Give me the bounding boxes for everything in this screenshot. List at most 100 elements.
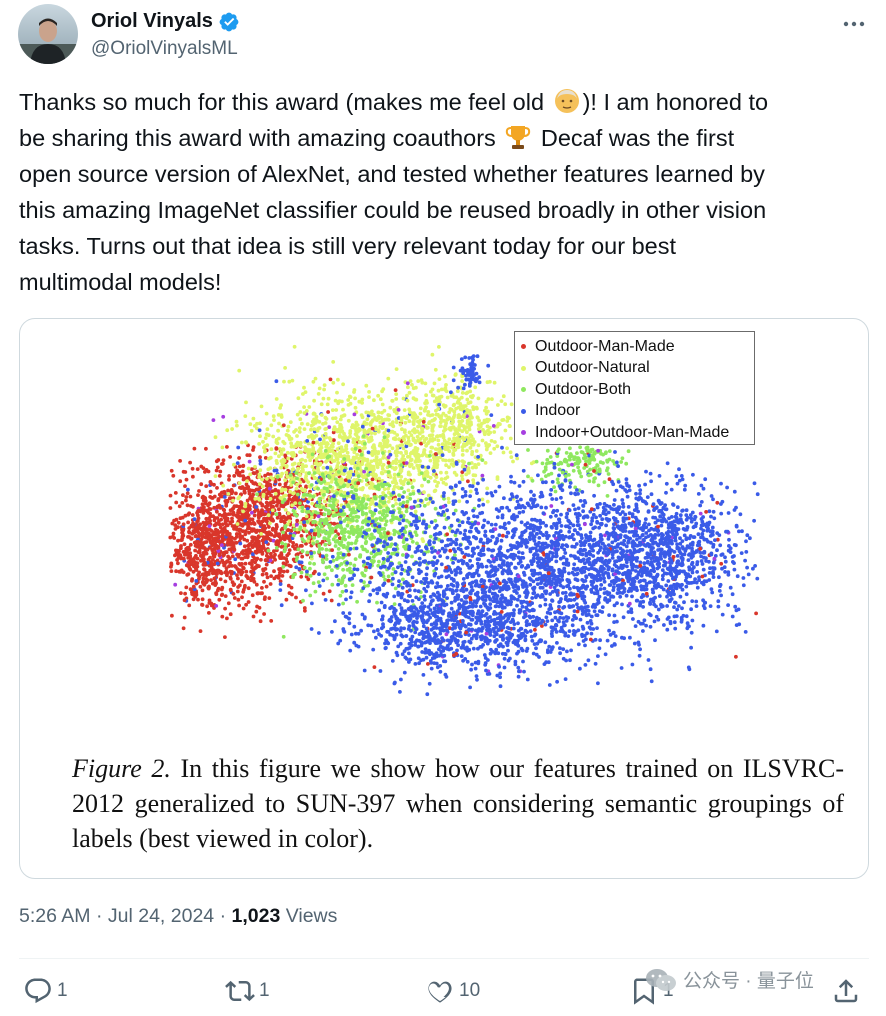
scatter-point — [314, 457, 319, 462]
scatter-point — [580, 612, 585, 616]
scatter-point — [216, 458, 221, 462]
scatter-point — [379, 517, 383, 522]
scatter-point — [386, 531, 390, 536]
scatter-point — [334, 534, 338, 538]
scatter-point — [344, 443, 349, 448]
scatter-point — [273, 451, 278, 456]
scatter-point — [204, 522, 208, 526]
scatter-point — [461, 405, 466, 409]
scatter-point — [330, 489, 335, 494]
author-handle[interactable]: @OriolVinyalsML — [91, 38, 238, 60]
scatter-point — [555, 449, 560, 454]
author-avatar[interactable] — [18, 4, 78, 64]
scatter-point — [334, 408, 339, 412]
scatter-point — [431, 500, 435, 505]
scatter-point — [316, 468, 320, 472]
scatter-point — [287, 536, 291, 541]
scatter-point — [485, 491, 489, 496]
tweet-media-image[interactable]: Outdoor-Man-Made Outdoor-Natural Outdoor… — [19, 318, 869, 879]
scatter-point — [191, 597, 196, 602]
scatter-point — [691, 472, 695, 477]
scatter-point — [209, 603, 214, 608]
scatter-point — [250, 510, 254, 515]
scatter-point — [220, 614, 225, 619]
scatter-point — [657, 594, 662, 598]
scatter-point — [352, 412, 357, 417]
scatter-point — [576, 642, 581, 647]
scatter-point — [343, 583, 348, 588]
scatter-point — [515, 603, 519, 608]
scatter-point — [416, 456, 421, 461]
scatter-point — [283, 487, 288, 492]
scatter-point — [410, 485, 415, 490]
scatter-point — [495, 515, 500, 520]
scatter-point — [207, 598, 212, 603]
scatter-point — [459, 423, 464, 428]
scatter-point — [399, 486, 404, 490]
scatter-point — [208, 527, 213, 532]
scatter-point — [178, 479, 183, 484]
scatter-point — [413, 509, 418, 514]
scatter-point — [236, 576, 240, 581]
scatter-point — [390, 399, 395, 403]
scatter-point — [454, 406, 458, 411]
scatter-point — [353, 405, 358, 410]
scatter-point — [392, 472, 397, 477]
scatter-point — [346, 530, 351, 534]
scatter-point — [381, 387, 386, 391]
scatter-point — [236, 510, 240, 515]
scatter-point — [408, 458, 413, 463]
scatter-point — [298, 520, 303, 525]
scatter-point — [347, 504, 351, 509]
scatter-point — [247, 561, 252, 566]
more-options-icon[interactable] — [840, 12, 868, 36]
scatter-point — [455, 436, 460, 441]
scatter-point — [203, 561, 207, 566]
scatter-point — [269, 475, 273, 480]
scatter-point — [273, 491, 278, 496]
scatter-point — [343, 434, 347, 439]
scatter-point — [335, 420, 340, 424]
scatter-point — [325, 402, 330, 407]
scatter-point — [535, 560, 540, 565]
scatter-point — [506, 548, 510, 553]
scatter-point — [541, 511, 546, 516]
scatter-point — [563, 551, 568, 555]
scatter-point — [586, 658, 591, 663]
scatter-point — [492, 430, 497, 434]
scatter-point — [317, 572, 321, 576]
scatter-point — [396, 408, 401, 412]
scatter-point — [269, 493, 273, 498]
scatter-point — [324, 435, 328, 440]
scatter-point — [426, 479, 431, 484]
scatter-point — [432, 381, 437, 386]
scatter-point — [401, 553, 405, 557]
scatter-point — [300, 549, 305, 554]
scatter-point — [369, 431, 374, 435]
verified-badge-icon — [219, 12, 239, 31]
scatter-point — [245, 453, 250, 457]
scatter-point — [192, 446, 197, 451]
scatter-point — [387, 443, 392, 448]
scatter-point — [173, 582, 178, 587]
scatter-point — [485, 486, 490, 491]
scatter-point — [316, 580, 321, 584]
scatter-point — [578, 471, 582, 475]
scatter-point — [390, 429, 394, 434]
scatter-point — [484, 405, 488, 410]
scatter-point — [509, 474, 513, 479]
scatter-point — [386, 428, 391, 433]
scatter-point — [489, 413, 494, 417]
scatter-point — [467, 421, 472, 426]
scatter-point — [481, 502, 486, 507]
scatter-point — [176, 525, 180, 530]
scatter-point — [348, 473, 353, 477]
author-display-name[interactable]: Oriol Vinyals — [91, 10, 213, 33]
scatter-point — [480, 564, 485, 569]
scatter-point — [355, 524, 360, 529]
scatter-point — [225, 616, 229, 621]
scatter-point — [201, 541, 205, 546]
scatter-point — [585, 449, 590, 453]
scatter-point — [287, 519, 292, 524]
scatter-point — [369, 472, 374, 477]
